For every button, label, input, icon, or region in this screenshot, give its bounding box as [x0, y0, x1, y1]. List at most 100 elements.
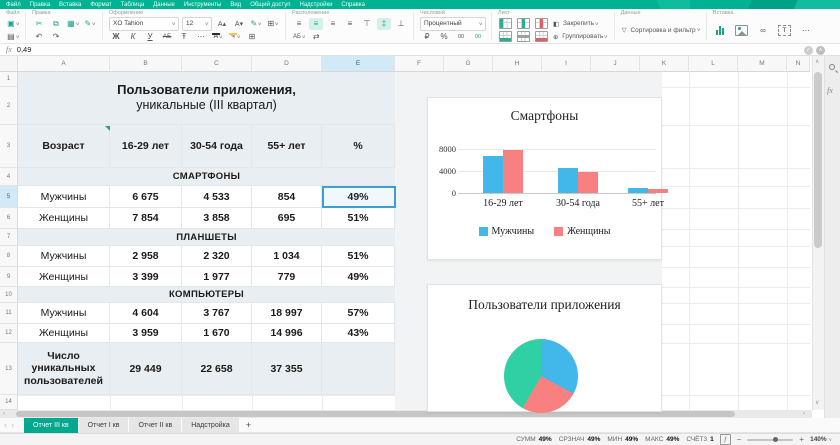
row-header-7[interactable]: 7	[0, 229, 18, 246]
zoom-level[interactable]: 140%∨	[810, 436, 832, 443]
selected-cell-E5[interactable]	[322, 186, 396, 208]
data-cell[interactable]: 854	[252, 186, 322, 208]
menu-item[interactable]: Данные	[153, 2, 175, 8]
percent-format-button[interactable]: %	[437, 31, 451, 43]
align-center-button[interactable]: ≡	[309, 18, 323, 30]
select-all-corner[interactable]	[0, 56, 18, 72]
scroll-right-icon[interactable]: ›	[803, 411, 805, 417]
undo-button[interactable]: ↶	[32, 31, 46, 43]
row-header-5[interactable]: 5	[0, 186, 18, 208]
data-cell[interactable]: 49%	[322, 267, 395, 287]
data-cell[interactable]: 51%	[322, 246, 395, 267]
data-cell[interactable]: 2 320	[182, 246, 252, 267]
decrease-decimal-button[interactable]: 00	[454, 31, 468, 43]
highlight-color-button[interactable]: ✎∨	[249, 18, 263, 30]
data-cell[interactable]: 3 767	[182, 303, 252, 324]
row-header-1[interactable]: 1	[0, 72, 18, 87]
delete-row-button[interactable]	[534, 31, 549, 43]
decrease-font-button[interactable]: A▾	[232, 18, 246, 30]
format-painter-button[interactable]: ✎∨	[83, 18, 97, 30]
formula-input[interactable]: 0,49	[17, 45, 32, 54]
header-cell[interactable]: 30-54 года	[182, 125, 252, 168]
cut-button[interactable]: ✂	[32, 18, 46, 30]
font-family-select[interactable]: XO Tahion∨	[109, 17, 179, 31]
header-cell[interactable]: %	[322, 125, 395, 168]
column-header-I[interactable]: I	[542, 56, 591, 72]
strikethrough-button[interactable]: АБ	[160, 31, 174, 43]
data-cell[interactable]: Женщины	[18, 267, 110, 287]
section-header[interactable]: КОМПЬЮТЕРЫ	[18, 287, 395, 303]
section-header[interactable]: СМАРТФОНЫ	[18, 168, 395, 186]
group-button[interactable]: ⊕ Группировать∨	[552, 31, 609, 43]
vertical-scrollbar-thumb[interactable]	[814, 72, 822, 248]
wrap-text-button[interactable]: АБ∨	[292, 31, 306, 43]
bold-button[interactable]: Ж	[109, 31, 123, 43]
pin-toolbar-button[interactable]: ∧	[816, 46, 825, 55]
column-header-N[interactable]: N	[787, 56, 810, 72]
more-format-button[interactable]: ⋯	[194, 31, 208, 43]
column-header-D[interactable]: D	[252, 56, 322, 72]
total-cell[interactable]	[322, 343, 395, 395]
menu-item[interactable]: Вид	[230, 2, 241, 8]
row-header-13[interactable]: 13	[0, 343, 18, 395]
menu-item[interactable]: Надстройки	[300, 2, 333, 8]
text-color-button[interactable]: А∨	[211, 31, 225, 43]
italic-button[interactable]: К	[126, 31, 140, 43]
tab-next-icon[interactable]: ›	[11, 420, 18, 430]
data-cell[interactable]: 1 977	[182, 267, 252, 287]
menu-item[interactable]: Формат	[90, 2, 111, 8]
row-header-14[interactable]: 14	[0, 395, 18, 410]
data-cell[interactable]: 779	[252, 267, 322, 287]
column-header-G[interactable]: G	[444, 56, 493, 72]
data-cell[interactable]: 18 997	[252, 303, 322, 324]
insert-link-button[interactable]: ∞	[756, 24, 770, 36]
insert-textbox-button[interactable]: Т	[777, 24, 792, 36]
row-header-9[interactable]: 9	[0, 267, 18, 287]
row-header-10[interactable]: 10	[0, 287, 18, 303]
align-left-button[interactable]: ≡	[292, 18, 306, 30]
data-cell[interactable]: Женщины	[18, 208, 110, 229]
row-header-2[interactable]: 2	[0, 87, 18, 125]
section-header[interactable]: ПЛАНШЕТЫ	[18, 229, 395, 246]
valign-top-button[interactable]: ⊤	[360, 18, 374, 30]
data-cell[interactable]: 14 996	[252, 324, 322, 343]
valign-middle-button[interactable]: ‡	[377, 18, 391, 30]
table-title[interactable]: Пользователи приложения,уникальные (III …	[18, 72, 395, 125]
increase-font-button[interactable]: A▴	[215, 18, 229, 30]
row-header-11[interactable]: 11	[0, 303, 18, 324]
data-cell[interactable]: 6 675	[110, 186, 182, 208]
subscript-button[interactable]: Ŧ	[177, 31, 191, 43]
data-cell[interactable]: 4 533	[182, 186, 252, 208]
total-cell[interactable]: 22 658	[182, 343, 252, 395]
total-cell[interactable]: 29 449	[110, 343, 182, 395]
menu-item[interactable]: Общий доступ	[250, 2, 290, 8]
increase-decimal-button[interactable]: 00	[471, 31, 485, 43]
row-header-6[interactable]: 6	[0, 208, 18, 229]
insert-chart-button[interactable]	[713, 24, 727, 36]
header-cell[interactable]: 16-29 лет	[110, 125, 182, 168]
font-size-select[interactable]: 12∨	[182, 17, 212, 31]
zoom-out-button[interactable]: −	[737, 435, 742, 444]
menu-item[interactable]: Справка	[341, 2, 365, 8]
row-header-3[interactable]: 3	[0, 125, 18, 168]
currency-format-button[interactable]: ₽	[420, 31, 434, 43]
data-cell[interactable]: 3 858	[182, 208, 252, 229]
scroll-up-icon[interactable]: ∧	[815, 58, 819, 65]
search-icon[interactable]	[829, 64, 835, 70]
insert-more-button[interactable]: ⋯	[799, 24, 813, 36]
column-header-B[interactable]: B	[110, 56, 182, 72]
row-header-12[interactable]: 12	[0, 324, 18, 343]
data-cell[interactable]: Мужчины	[18, 303, 110, 324]
column-header-F[interactable]: F	[395, 56, 444, 72]
data-cell[interactable]: 43%	[322, 324, 395, 343]
insert-row-button[interactable]	[498, 31, 513, 43]
add-sheet-button[interactable]: +	[240, 420, 257, 430]
header-cell[interactable]: 55+ лет	[252, 125, 322, 168]
menu-item[interactable]: Правка	[30, 2, 50, 8]
tab-prev-icon[interactable]: ‹	[0, 420, 11, 430]
sheet-tab-Отчет II кв[interactable]: Отчет II кв	[129, 418, 181, 433]
insert-image-button[interactable]	[734, 24, 749, 36]
data-cell[interactable]: 695	[252, 208, 322, 229]
menu-item[interactable]: Файл	[6, 2, 21, 8]
function-panel-icon[interactable]: fx	[827, 86, 833, 95]
